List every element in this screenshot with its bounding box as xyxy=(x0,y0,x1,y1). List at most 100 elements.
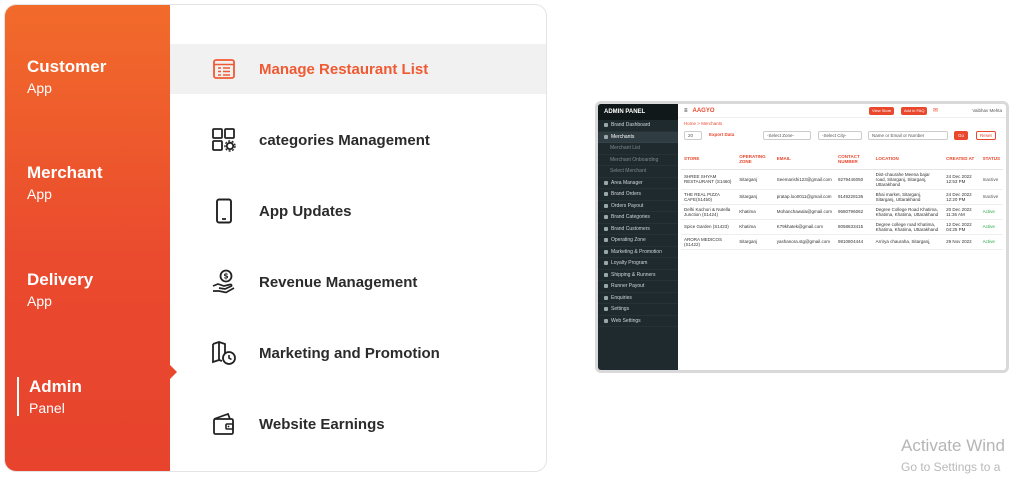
table-cell: Active xyxy=(979,204,1003,220)
admin-sidebar-items: Brand Dashboard Merchants Merchant List Mer… xyxy=(598,120,678,327)
admin-sidebar-item-label: Settings xyxy=(611,306,630,313)
table-cell: Bhai market, Sitarganj, Sitarganj, Uttar… xyxy=(872,189,944,205)
menu-item-marketing-and-promotion[interactable]: Marketing and Promotion xyxy=(170,328,546,378)
watermark-title: Activate Wind xyxy=(901,436,1005,455)
sidebar-bullet-icon xyxy=(604,272,608,277)
table-row[interactable]: Delhi Kachori & Nutella Junction (S1424)… xyxy=(681,204,1003,220)
admin-sidebar-item[interactable]: Orders Payout xyxy=(598,201,678,212)
sidebar-bullet-icon xyxy=(604,295,608,300)
table-header[interactable]: OPERATING ZONE xyxy=(736,149,774,170)
admin-sidebar-item-label: Merchant List xyxy=(610,145,641,152)
admin-sidebar-item[interactable]: Shipping & Runners xyxy=(598,270,678,281)
admin-sidebar-item[interactable]: Brand Categories xyxy=(598,212,678,224)
admin-sidebar-item[interactable]: Marketing & Promotion xyxy=(598,247,678,258)
table-header[interactable]: LOCATION xyxy=(872,149,944,170)
admin-sidebar-item[interactable]: Merchant List xyxy=(598,143,678,155)
sidebar-bullet-icon xyxy=(604,134,608,139)
table-cell: Delhi Kachori & Nutella Junction (S1424) xyxy=(681,204,737,220)
table-header[interactable]: STORE xyxy=(681,149,737,170)
admin-sidebar-item[interactable]: Brand Orders xyxy=(598,189,678,201)
sidebar-item-merchant[interactable]: Merchant App xyxy=(27,163,103,202)
breadcrumb[interactable]: Home > Merchants xyxy=(678,118,1006,129)
admin-sidebar-item-label: Runner Payout xyxy=(611,283,645,290)
sidebar-bullet-icon xyxy=(604,307,608,312)
svg-text:$: $ xyxy=(223,272,228,281)
notification-icon[interactable]: ✉ xyxy=(933,107,938,114)
table-cell: Inactive xyxy=(979,169,1003,190)
admin-sidebar-item[interactable]: Operating Zone xyxy=(598,235,678,247)
menu-item-app-updates[interactable]: App Updates xyxy=(170,186,546,236)
per-page-select[interactable]: 20 xyxy=(684,131,702,140)
city-select[interactable]: -Select City- xyxy=(818,131,862,140)
admin-sidebar-item-label: Merchant Onboarding xyxy=(610,156,659,163)
admin-sidebar-item-label: Brand Orders xyxy=(611,191,642,198)
table-cell: 12 Dec 2022 04:25 PM xyxy=(943,219,980,235)
sidebar-bullet-icon xyxy=(604,261,608,266)
menu-item-label: Website Earnings xyxy=(259,415,385,433)
admin-sidebar-item[interactable]: Area Manager xyxy=(598,178,678,189)
admin-sidebar-item-label: Web Settings xyxy=(611,317,641,324)
admin-sidebar-item[interactable]: Web Settings xyxy=(598,316,678,327)
hamburger-icon[interactable]: ≡ xyxy=(684,108,688,114)
sidebar-bullet-icon xyxy=(604,180,608,185)
menu-item-label: Revenue Management xyxy=(259,273,418,291)
table-header[interactable]: EMAIL xyxy=(773,149,836,170)
categories-icon xyxy=(210,126,238,154)
table-row[interactable]: SHREE SHYAM RESTAURANT (S1460) Sitarganj S… xyxy=(681,169,1003,190)
export-data-button[interactable]: Export Data xyxy=(706,131,737,140)
zone-select[interactable]: -Select Zone- xyxy=(763,131,811,140)
sidebar-item-subtitle: App xyxy=(27,186,52,202)
app-sidebar: Customer App Merchant App Delivery App A… xyxy=(5,5,170,471)
admin-sidebar-item[interactable]: Runner Payout xyxy=(598,281,678,293)
map-clock-icon xyxy=(210,339,238,367)
menu-item-revenue-management[interactable]: $ Revenue Management xyxy=(170,257,546,307)
table-cell: 9580796062 xyxy=(835,204,873,220)
sidebar-item-delivery[interactable]: Delivery App xyxy=(27,270,93,309)
sidebar-item-subtitle: Panel xyxy=(29,400,65,416)
admin-sidebar-item-label: Brand Dashboard xyxy=(611,122,651,129)
search-input[interactable]: Name or Email or Number xyxy=(868,131,948,140)
admin-panel-screenshot: ADMIN PANEL Brand Dashboard Merchants Merc… xyxy=(595,101,1009,373)
admin-sidebar-item[interactable]: Enquiries xyxy=(598,293,678,304)
phone-icon xyxy=(210,197,238,225)
list-icon xyxy=(210,55,238,83)
admin-sidebar-item[interactable]: Loyalty Program xyxy=(598,258,678,270)
table-header[interactable]: CONTACT NUMBER xyxy=(835,149,873,170)
admin-sidebar-item-label: Operating Zone xyxy=(611,237,646,244)
add-faq-button[interactable]: Add in FAQ xyxy=(901,107,928,115)
table-header[interactable]: CREATED AT xyxy=(943,149,980,170)
admin-sidebar-item[interactable]: Brand Customers xyxy=(598,224,678,235)
table-cell: 9810804444 xyxy=(835,234,873,250)
admin-sidebar-item-label: Brand Customers xyxy=(611,225,650,232)
admin-sidebar-item[interactable]: Select Merchant xyxy=(598,166,678,178)
table-row[interactable]: THE REAL PIZZA CAFE(S1450) Sitarganj prata… xyxy=(681,189,1003,205)
go-button[interactable]: Go xyxy=(954,131,969,140)
table-cell: yashanora.stg@gmail.com xyxy=(773,234,836,250)
admin-user-menu[interactable]: Vaibhav Mehta xyxy=(972,108,1002,113)
admin-sidebar-item[interactable]: Brand Dashboard xyxy=(598,120,678,132)
table-cell: Active xyxy=(979,219,1003,235)
table-cell: Degree College Road Khatima, Khatima, Kh… xyxy=(872,204,944,220)
sidebar-item-admin[interactable]: Admin Panel xyxy=(17,377,82,416)
sidebar-item-title: Customer xyxy=(27,57,107,76)
menu-item-categories-management[interactable]: categories Management xyxy=(170,115,546,165)
sidebar-bullet-icon xyxy=(604,249,608,254)
reset-button[interactable]: Reset xyxy=(976,131,996,140)
table-row[interactable]: Spice Garden (S1423) Khatima K79khatek@gma… xyxy=(681,219,1003,235)
admin-sidebar-item[interactable]: Settings xyxy=(598,304,678,316)
merchants-table: STORE OPERATING ZONE EMAIL CONTACT NUMBER LO… xyxy=(681,149,1003,250)
admin-sidebar-item[interactable]: Merchant Onboarding xyxy=(598,155,678,166)
admin-sidebar-item-label: Marketing & Promotion xyxy=(611,248,662,255)
sidebar-item-title: Delivery xyxy=(27,270,94,289)
sidebar-item-customer[interactable]: Customer App xyxy=(27,57,106,96)
admin-sidebar-item[interactable]: Merchants xyxy=(598,131,678,143)
admin-panel-title: ADMIN PANEL xyxy=(598,104,678,120)
table-cell: 8058633415 xyxy=(835,219,873,235)
table-header[interactable]: STATUS xyxy=(979,149,1003,170)
table-row[interactable]: ARORA MEDICOS (S1422) Sitarganj yashanora.… xyxy=(681,234,1003,250)
view-store-button[interactable]: View Store xyxy=(869,107,895,115)
table-cell: 29 Nov 2022 xyxy=(943,234,980,250)
table-cell: Khatima xyxy=(736,219,774,235)
menu-item-manage-restaurant-list[interactable]: Manage Restaurant List xyxy=(170,44,546,94)
menu-item-website-earnings[interactable]: Website Earnings xyxy=(170,399,546,449)
